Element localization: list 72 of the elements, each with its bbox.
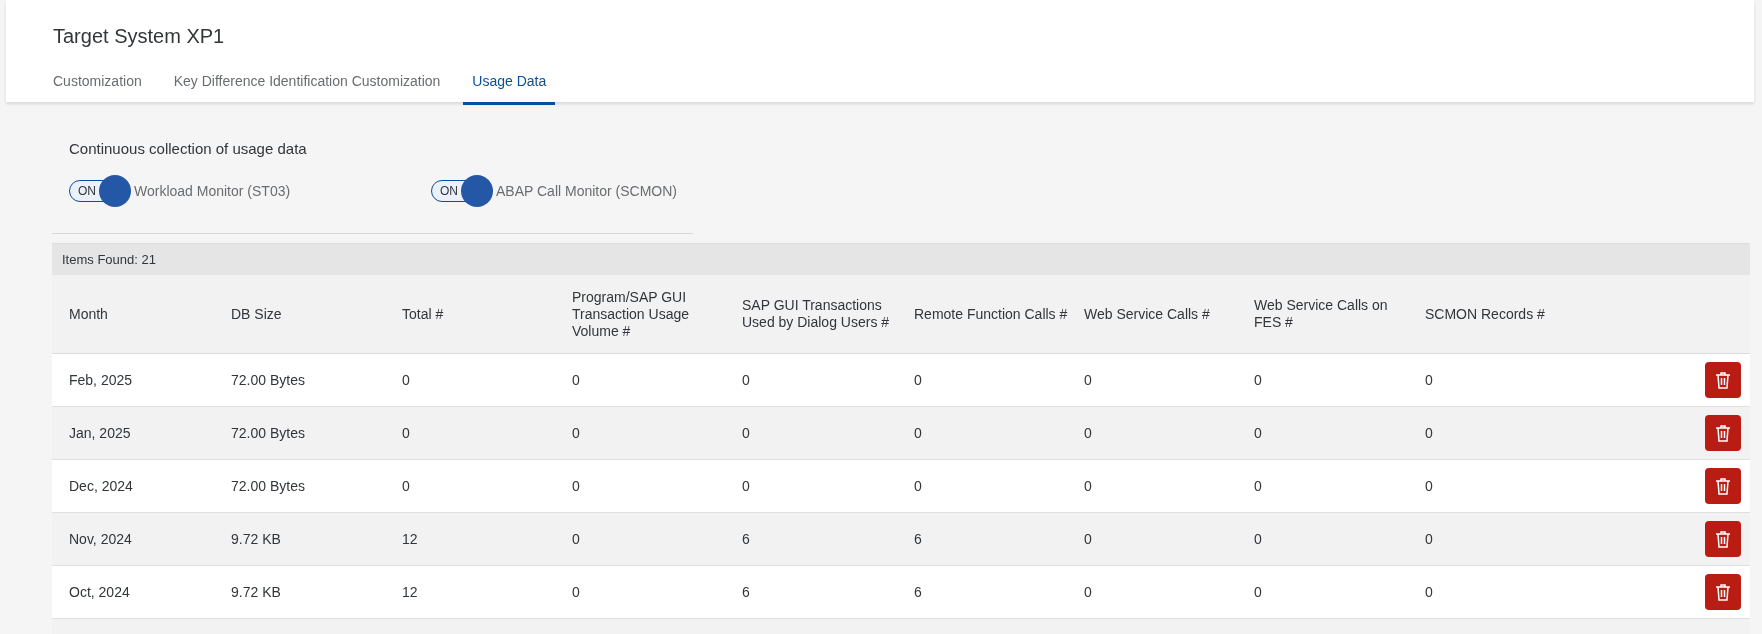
table-cell-text: 72.00 Bytes: [231, 371, 306, 389]
column-header: Web Service Calls #: [1084, 305, 1211, 323]
table-cell-text: 0: [1425, 583, 1434, 601]
table-cell-text: 0: [572, 583, 581, 601]
trash-icon: [1715, 371, 1731, 389]
tab[interactable]: Usage Data: [463, 64, 556, 105]
column-header: SAP GUI Transactions Used by Dialog Users #: [742, 297, 891, 331]
trash-icon: [1715, 477, 1731, 495]
column-header: Web Service Calls on FES #: [1254, 297, 1389, 331]
delete-button[interactable]: [1705, 521, 1741, 557]
table-cell-text: 0: [1254, 477, 1263, 495]
table-cell-text: 0: [742, 371, 751, 389]
table-cell-text: 0: [572, 530, 581, 548]
table-cell-text: 0: [1254, 424, 1263, 442]
table-cell-text: 0: [914, 371, 923, 389]
table-cell-text: 0: [1084, 530, 1093, 548]
table-cell-text: 6: [914, 583, 923, 601]
trash-icon: [1715, 530, 1731, 548]
delete-button[interactable]: [1705, 362, 1741, 398]
table-cell-text: 0: [1254, 583, 1263, 601]
tab[interactable]: Key Difference Identification Customization: [173, 64, 441, 105]
table-cell-text: 12: [402, 530, 419, 548]
section-heading: Continuous collection of usage data: [69, 140, 308, 157]
column-header: Program/SAP GUI Transaction Usage Volume #: [572, 288, 690, 340]
table-cell-text: Jan, 2025: [69, 424, 132, 442]
delete-button[interactable]: [1705, 415, 1741, 451]
table-cell-text: 0: [572, 424, 581, 442]
column-header: DB Size: [231, 305, 283, 323]
table-cell-text: 0: [402, 424, 411, 442]
table-cell-text: Dec, 2024: [69, 477, 134, 495]
table-cell-text: 0: [402, 371, 411, 389]
tab[interactable]: Customization: [53, 64, 142, 105]
table-cell-text: 0: [1425, 477, 1434, 495]
table-cell-text: 0: [1254, 530, 1263, 548]
table-cell-text: 9.72 KB: [231, 530, 282, 548]
table-cell-text: 0: [742, 477, 751, 495]
items-count: Items Found: 21: [62, 252, 156, 267]
table-cell-text: 6: [742, 583, 751, 601]
table-cell-text: 0: [914, 424, 923, 442]
table-cell-text: 9.72 KB: [231, 583, 282, 601]
table-cell-text: 0: [402, 477, 411, 495]
switch-label: Workload Monitor (ST03): [134, 183, 291, 199]
column-header: SCMON Records #: [1425, 305, 1546, 323]
table-cell-text: 0: [1425, 424, 1434, 442]
table-cell-text: 0: [742, 424, 751, 442]
table-cell-text: 0: [1084, 477, 1093, 495]
table-cell-text: 72.00 Bytes: [231, 477, 306, 495]
switch-label: ABAP Call Monitor (SCMON): [496, 183, 677, 199]
table-cell-text: Feb, 2025: [69, 371, 134, 389]
table-cell-text: 0: [914, 477, 923, 495]
table-cell-text: Oct, 2024: [69, 583, 131, 601]
table-cell-text: 0: [1084, 424, 1093, 442]
table-cell-text: 0: [1254, 371, 1263, 389]
table-cell-text: 0: [1084, 371, 1093, 389]
table-cell-text: 12: [402, 583, 419, 601]
trash-icon: [1715, 424, 1731, 442]
table-cell-text: 0: [1425, 530, 1434, 548]
table-cell-text: 72.00 Bytes: [231, 424, 306, 442]
trash-icon: [1715, 583, 1731, 601]
delete-button[interactable]: [1705, 574, 1741, 610]
column-header: Remote Function Calls #: [914, 305, 1069, 323]
page-title: Target System XP1: [53, 24, 226, 49]
table-cell-text: 0: [572, 371, 581, 389]
table-cell-text: 0: [572, 477, 581, 495]
table-cell-text: 0: [1084, 583, 1093, 601]
table-cell-text: Nov, 2024: [69, 530, 133, 548]
column-header: Total #: [402, 305, 445, 323]
table-cell-text: 0: [1425, 371, 1434, 389]
table-cell-text: 6: [914, 530, 923, 548]
table-cell-text: 6: [742, 530, 751, 548]
delete-button[interactable]: [1705, 468, 1741, 504]
column-header: Month: [69, 305, 109, 323]
